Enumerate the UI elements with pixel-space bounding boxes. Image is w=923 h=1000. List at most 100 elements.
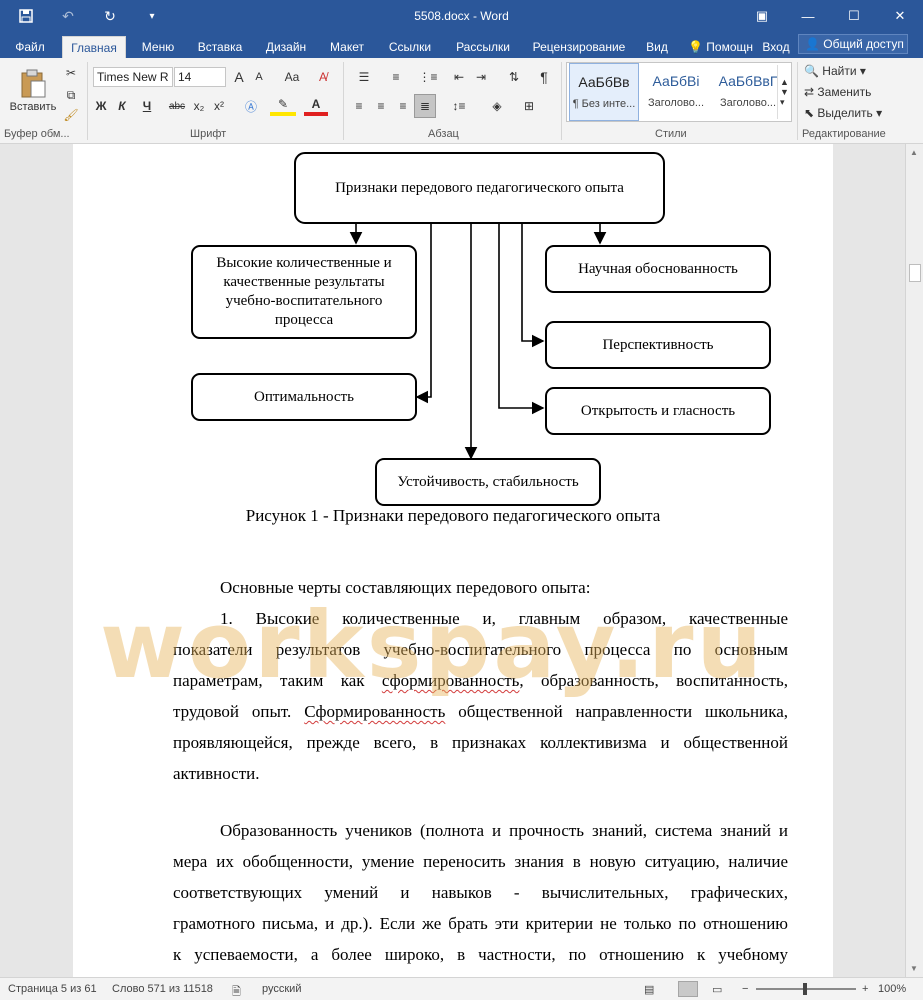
sign-in-link[interactable]: Вход	[758, 36, 794, 58]
align-center-icon[interactable]: ≡	[372, 96, 390, 116]
bold-button[interactable]: Ж	[93, 96, 109, 116]
language[interactable]: русский	[262, 983, 301, 995]
cut-icon[interactable]: ✂	[62, 64, 80, 82]
format-painter-icon[interactable]: 🖌	[62, 106, 80, 124]
replace-label: Заменить	[817, 85, 872, 99]
align-right-icon[interactable]: ≡	[394, 96, 412, 116]
page-count[interactable]: Страница 5 из 61	[8, 983, 97, 995]
numbering-icon[interactable]: ≡	[382, 67, 410, 87]
text-line: активности.	[173, 764, 260, 783]
strikethrough-button[interactable]: abc	[166, 96, 188, 116]
show-formatting-button[interactable]: ¶	[534, 67, 554, 87]
diagram-box-stability: Устойчивость, стабильность	[375, 458, 601, 506]
clear-formatting-icon[interactable]: A̸	[312, 67, 334, 87]
scroll-up-icon[interactable]: ▲	[910, 148, 918, 157]
clipboard-icon	[21, 69, 46, 98]
style-heading2[interactable]: АаБбВвГ Заголово...	[713, 63, 783, 121]
shading-icon[interactable]: ◈	[484, 96, 510, 116]
sort-icon[interactable]: ⇅	[504, 67, 524, 87]
diagram-box-results: Высокие количественные и качественные ре…	[191, 245, 417, 339]
subscript-button[interactable]: x₂	[190, 96, 208, 116]
figure-caption: Рисунок 1 - Признаки передового педагоги…	[245, 506, 661, 525]
scroll-thumb[interactable]	[909, 264, 921, 282]
borders-icon[interactable]: ⊞	[516, 96, 542, 116]
text-run: общественной направленности школьника,	[445, 702, 789, 721]
font-group-label: Шрифт	[190, 128, 227, 140]
text-line: 1. Высокие количественные и, главным обр…	[220, 609, 788, 628]
tab-review[interactable]: Рецензирование	[528, 36, 630, 58]
bullets-icon[interactable]: ☰	[350, 67, 378, 87]
tell-me[interactable]: 💡 Помощн	[688, 40, 753, 54]
vertical-scrollbar[interactable]: ▲ ▼	[905, 144, 923, 977]
grow-font-button[interactable]: A	[230, 67, 248, 87]
select-button[interactable]: ⬉ Выделить ▾	[804, 104, 882, 122]
replace-icon: ⇄	[804, 85, 815, 99]
font-family-select[interactable]: Times New R	[93, 67, 173, 87]
diagram-top-box: Признаки передового педагогического опыт…	[294, 152, 665, 224]
minimize-icon[interactable]: —	[785, 0, 831, 32]
tab-design[interactable]: Дизайн	[258, 36, 314, 58]
person-icon: 👤	[805, 37, 820, 51]
zoom-in-icon[interactable]: +	[862, 983, 868, 995]
title-bar: ↶ ↻ ▾ 5508.docx - Word ▣ — ☐ ✕	[0, 0, 923, 32]
divider	[797, 62, 798, 140]
print-layout-icon[interactable]	[678, 981, 698, 997]
document-page[interactable]: Признаки передового педагогического опыт…	[73, 144, 833, 977]
font-size-select[interactable]: 14	[174, 67, 226, 87]
replace-button[interactable]: ⇄ Заменить	[804, 83, 871, 101]
line-spacing-icon[interactable]: ↕≡	[446, 96, 472, 116]
copy-icon[interactable]: ⧉	[62, 86, 80, 104]
close-icon[interactable]: ✕	[877, 0, 923, 32]
shrink-font-button[interactable]: A	[250, 67, 268, 87]
select-label: Выделить	[817, 106, 873, 120]
highlight-icon[interactable]: ✎	[270, 96, 296, 116]
paragraph-2: Образованность учеников (полнота и прочн…	[173, 815, 788, 970]
maximize-icon[interactable]: ☐	[831, 0, 877, 32]
font-color-icon[interactable]: A	[304, 96, 328, 116]
zoom-level[interactable]: 100%	[878, 983, 906, 995]
misspelled-word[interactable]: сформированность	[382, 671, 520, 690]
scroll-down-icon[interactable]: ▼	[910, 964, 918, 973]
tab-home[interactable]: Главная	[62, 36, 126, 58]
clipboard-group-label: Буфер обм...	[4, 128, 70, 140]
ribbon-tabs: Файл Главная Меню Вставка Дизайн Макет С…	[0, 32, 923, 58]
tab-insert[interactable]: Вставка	[192, 36, 248, 58]
text-line: показатели результатов учебно-воспитател…	[173, 640, 788, 659]
zoom-slider-thumb[interactable]	[803, 983, 807, 995]
change-case-button[interactable]: Aa	[278, 67, 306, 87]
style-heading1[interactable]: АаБбВі Заголово...	[641, 63, 711, 121]
tell-me-label: Помощн	[706, 40, 754, 54]
tab-layout[interactable]: Макет	[322, 36, 372, 58]
paste-button[interactable]: Вставить	[6, 62, 60, 120]
ribbon-display-icon[interactable]: ▣	[739, 0, 785, 32]
styles-more-icon[interactable]: ▲ ▼ ▾	[777, 65, 791, 119]
misspelled-word[interactable]: Сформированность	[304, 702, 445, 721]
tab-mailings[interactable]: Рассылки	[448, 36, 518, 58]
style-normal[interactable]: АаБбВв ¶ Без инте...	[569, 63, 639, 121]
tab-file[interactable]: Файл	[8, 36, 52, 58]
align-left-icon[interactable]: ≡	[350, 96, 368, 116]
word-count[interactable]: Слово 571 из 11518	[112, 983, 213, 995]
zoom-out-icon[interactable]: −	[742, 983, 748, 995]
read-mode-icon[interactable]: ▤	[644, 983, 654, 996]
decrease-indent-icon[interactable]: ⇤	[450, 67, 468, 87]
superscript-button[interactable]: x²	[210, 96, 228, 116]
web-layout-icon[interactable]: ▭	[712, 983, 722, 996]
share-button[interactable]: 👤 Общий доступ	[798, 34, 908, 54]
text-line: грамотного письма, и др.). Если же брать…	[173, 914, 788, 933]
tab-menu[interactable]: Меню	[134, 36, 182, 58]
multilevel-list-icon[interactable]: ⋮≡	[414, 67, 442, 87]
tab-references[interactable]: Ссылки	[382, 36, 438, 58]
justify-icon[interactable]: ≣	[414, 94, 436, 118]
text-effects-icon[interactable]: Ⓐ	[240, 96, 262, 116]
find-label: Найти	[822, 64, 857, 78]
ribbon: Вставить ✂ ⧉ 🖌 Буфер обм... Times New R …	[0, 58, 923, 144]
italic-button[interactable]: К	[114, 96, 130, 116]
underline-button[interactable]: Ч	[136, 96, 158, 116]
proofing-icon[interactable]: 🗎	[232, 983, 241, 1000]
increase-indent-icon[interactable]: ⇥	[472, 67, 490, 87]
tab-view[interactable]: Вид	[640, 36, 674, 58]
find-button[interactable]: 🔍 Найти ▾	[804, 62, 866, 80]
lightbulb-icon: 💡	[688, 40, 703, 54]
style-sample: АаБбВв	[578, 74, 630, 90]
